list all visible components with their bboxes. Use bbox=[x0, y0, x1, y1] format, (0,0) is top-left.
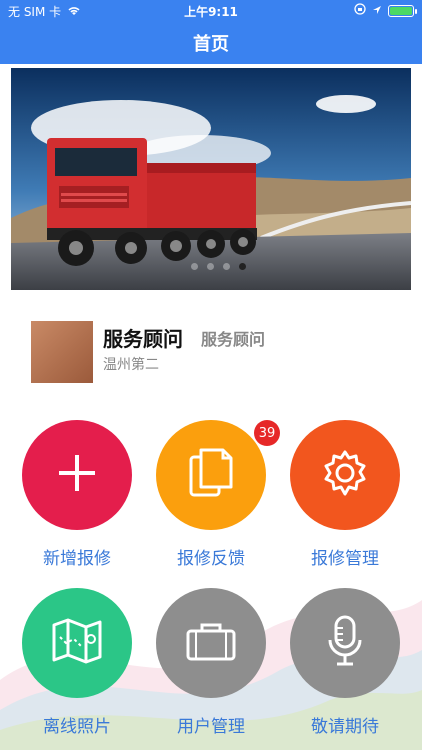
notification-badge: 39 bbox=[254, 420, 280, 446]
action-circle[interactable] bbox=[22, 420, 132, 530]
action-label: 新增报修 bbox=[43, 549, 111, 569]
plus-icon bbox=[55, 451, 99, 499]
action-label: 报修反馈 bbox=[177, 549, 245, 569]
action-circle[interactable] bbox=[22, 588, 132, 698]
action-user-management[interactable]: 用户管理 bbox=[156, 588, 266, 737]
action-circle[interactable] bbox=[290, 420, 400, 530]
top-bar: 无 SIM 卡 上午9:11 首页 bbox=[0, 0, 422, 64]
carousel-indicator[interactable] bbox=[191, 263, 246, 270]
page-title: 首页 bbox=[193, 34, 229, 55]
carousel-dot[interactable] bbox=[223, 263, 230, 270]
avatar[interactable] bbox=[31, 321, 93, 383]
lock-rotation-icon bbox=[354, 3, 366, 18]
profile-role: 服务顾问 bbox=[201, 330, 266, 349]
carousel-dot[interactable] bbox=[191, 263, 198, 270]
battery-icon bbox=[388, 4, 417, 17]
action-label: 离线照片 bbox=[43, 717, 111, 737]
banner-image bbox=[11, 68, 411, 290]
documents-icon bbox=[187, 447, 235, 503]
action-circle[interactable]: 39 bbox=[156, 420, 280, 530]
microphone-icon bbox=[325, 614, 365, 672]
briefcase-icon bbox=[184, 619, 238, 667]
action-new-repair[interactable]: 新增报修 bbox=[22, 420, 132, 569]
action-circle[interactable] bbox=[156, 588, 266, 698]
map-icon bbox=[50, 617, 104, 669]
profile-card[interactable]: 服务顾问 服务顾问 温州第二 bbox=[31, 321, 411, 383]
action-label: 敬请期待 bbox=[311, 717, 379, 737]
action-circle[interactable] bbox=[290, 588, 400, 698]
banner-carousel[interactable] bbox=[11, 68, 411, 290]
action-label: 用户管理 bbox=[177, 717, 245, 737]
carousel-dot-active[interactable] bbox=[239, 263, 246, 270]
location-icon bbox=[372, 4, 382, 18]
gear-icon bbox=[320, 448, 370, 502]
action-repair-feedback[interactable]: 39 报修反馈 bbox=[156, 420, 280, 569]
action-offline-photos[interactable]: 离线照片 bbox=[22, 588, 132, 737]
action-repair-management[interactable]: 报修管理 bbox=[290, 420, 400, 569]
action-label: 报修管理 bbox=[311, 549, 379, 569]
profile-org: 温州第二 bbox=[103, 357, 159, 373]
profile-name: 服务顾问 bbox=[103, 327, 183, 351]
carousel-dot[interactable] bbox=[207, 263, 214, 270]
status-bar: 无 SIM 卡 上午9:11 bbox=[0, 0, 422, 22]
action-coming-soon[interactable]: 敬请期待 bbox=[290, 588, 400, 737]
